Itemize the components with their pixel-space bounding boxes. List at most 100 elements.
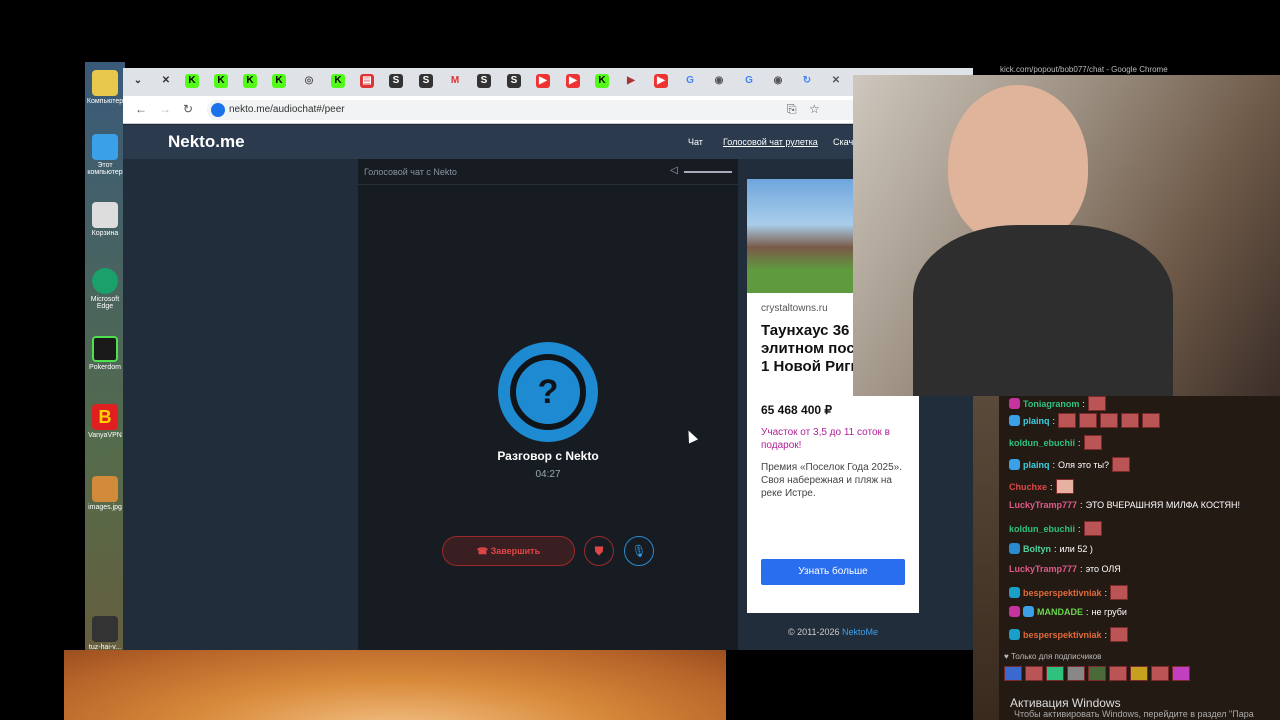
emote-icon [1079,413,1098,428]
badge-icon [1009,415,1020,426]
tab-kick-icon[interactable]: K [243,74,257,88]
ad-description: Премия «Поселок Года 2025». Своя набереж… [761,462,903,499]
end-call-button[interactable]: ☎ Завершить [442,536,575,566]
windows-activation-text: Чтобы активировать Windows, перейдите в … [1014,709,1254,719]
forward-icon[interactable]: → [159,102,171,116]
chat-message: LuckyTramp777: ЭТО ВЧЕРАШНЯЯ МИЛФА КОСТЯ… [1009,500,1240,510]
bookmark-star-icon[interactable]: ☆ [809,102,820,116]
emote-icon[interactable] [1025,666,1043,681]
background-window-title: kick.com/popout/bob077/chat - Google Chr… [1000,65,1168,74]
emote-icon [1055,479,1074,494]
desktop-icon-tuz-hai[interactable]: tuz-hai-v... [85,616,125,651]
tab-google-icon[interactable]: G [742,74,756,88]
emote-icon [1112,457,1131,472]
emote-icon [1100,413,1119,428]
microphone-icon: 🎙 [631,544,647,558]
tab-youtube-icon[interactable]: ▶ [536,74,550,88]
cat-fur-overlay [64,650,726,720]
tab-google-icon[interactable]: G [683,74,697,88]
volume-slider[interactable] [684,171,732,173]
page-footer: © 2011-2026 NektoMe [747,627,919,637]
tab-gmail-icon[interactable]: M [448,74,462,88]
emote-icon [1083,435,1102,450]
nav-voice-roulette-link[interactable]: Голосовой чат рулетка [723,137,818,147]
chat-message: Chuchxe: [1009,479,1074,494]
address-bar: ← → ↻ nekto.me/audiochat#/peer ⎘ ☆ [123,96,973,124]
mute-mic-button[interactable]: 🎙 [624,536,654,566]
tab-s-icon[interactable]: S [389,74,403,88]
emote-icon [1142,413,1161,428]
tab-chrome-icon[interactable]: ◉ [771,74,785,88]
mic-site-icon[interactable] [211,103,225,117]
reload-icon[interactable]: ↻ [183,102,193,116]
tab-s-icon[interactable]: S [419,74,433,88]
tab-s-icon[interactable]: S [477,74,491,88]
desktop-icon-edge[interactable]: Microsoft Edge [85,268,125,310]
sub-badge-icon [1009,543,1020,554]
chat-message: MANDADE: не груби [1009,606,1127,617]
tab-red-icon[interactable]: ▤ [360,74,374,88]
tab-kick-icon[interactable]: K [272,74,286,88]
chat-message: koldun_ebuchii: [1009,435,1102,450]
emote-bar[interactable] [1004,666,1204,684]
url-field[interactable]: nekto.me/audiochat#/peer [207,100,887,120]
tab-chrome-icon[interactable]: ◉ [712,74,726,88]
chat-decor-strip [973,396,999,720]
peer-avatar: ? [498,342,598,442]
desktop-icon-images[interactable]: images.jpg [85,476,125,511]
install-icon[interactable]: ⎘ [787,102,797,117]
emote-icon[interactable] [1109,666,1127,681]
volume-icon: ◁ [670,165,678,176]
emote-icon[interactable] [1172,666,1190,681]
desktop-icon-recycle-bin[interactable]: Корзина [85,202,125,237]
ad-price: 65 468 400 ₽ [761,403,833,417]
tab-media-icon[interactable]: ▶ [624,74,638,88]
call-panel-title: Голосовой чат с Nekto [364,167,457,177]
tab-search-icon[interactable]: ⌄ [131,74,145,88]
browser-window: ⌄ ✕ K K K K ◎ K ▤ S S M S S ▶ ▶ K ▶ ▶ G … [123,68,973,650]
tab-youtube-icon[interactable]: ▶ [566,74,580,88]
streamer-shirt [913,225,1173,396]
sub-badge-icon [1009,587,1020,598]
emote-icon[interactable] [1067,666,1085,681]
nektome-link[interactable]: NektoMe [842,627,878,637]
desktop-icon-pokerdom[interactable]: Pokerdom [85,336,125,371]
nekto-header: Nekto.me Чат Голосовой чат рулетка Скача [123,125,973,159]
tab-strip: ⌄ ✕ K K K K ◎ K ▤ S S M S S ▶ ▶ K ▶ ▶ G … [123,68,973,96]
desktop-icon-computer[interactable]: Компьютер [85,70,125,105]
windows-activation-title: Активация Windows [1010,696,1121,710]
ad-domain: crystaltowns.ru [761,303,828,314]
tab-history-icon[interactable]: ↻ [800,74,814,88]
webcam-overlay [853,75,1280,396]
back-icon[interactable]: ← [135,102,147,116]
tab-globe-icon[interactable]: ◎ [302,74,316,88]
emote-icon [1110,585,1129,600]
nekto-logo[interactable]: Nekto.me [168,132,245,152]
close-tab-icon[interactable]: ✕ [159,74,173,88]
ad-learn-more-button[interactable]: Узнать больше [761,559,905,585]
tab-kick-icon[interactable]: K [185,74,199,88]
nav-chat-link[interactable]: Чат [688,137,703,147]
phone-hangup-icon: ☎ [476,546,491,556]
call-timer: 04:27 [535,469,561,480]
tab-s-icon[interactable]: S [507,74,521,88]
tab-youtube-icon[interactable]: ▶ [654,74,668,88]
chat-message: besperspektivniak: [1009,627,1129,642]
emote-icon[interactable] [1088,666,1106,681]
sub-badge-icon [1009,398,1020,409]
badge-icon [1009,459,1020,470]
call-panel-header: Голосовой чат с Nekto ◁ [358,159,738,185]
tab-close-icon[interactable]: ✕ [829,74,843,88]
emote-icon[interactable] [1151,666,1169,681]
emote-icon[interactable] [1004,666,1022,681]
tab-kick-icon[interactable]: K [595,74,609,88]
tab-kick-icon[interactable]: K [331,74,345,88]
desktop-icon-this-pc[interactable]: Этот компьютер [85,134,125,176]
desktop-icon-vanyavpn[interactable]: B VanyaVPN [85,404,125,439]
avatar-ring: ? [510,354,586,430]
report-shield-button[interactable]: ⛊ [584,536,614,566]
tab-kick-icon[interactable]: K [214,74,228,88]
emote-icon[interactable] [1046,666,1064,681]
emote-icon[interactable] [1130,666,1148,681]
sub-badge-icon [1009,629,1020,640]
